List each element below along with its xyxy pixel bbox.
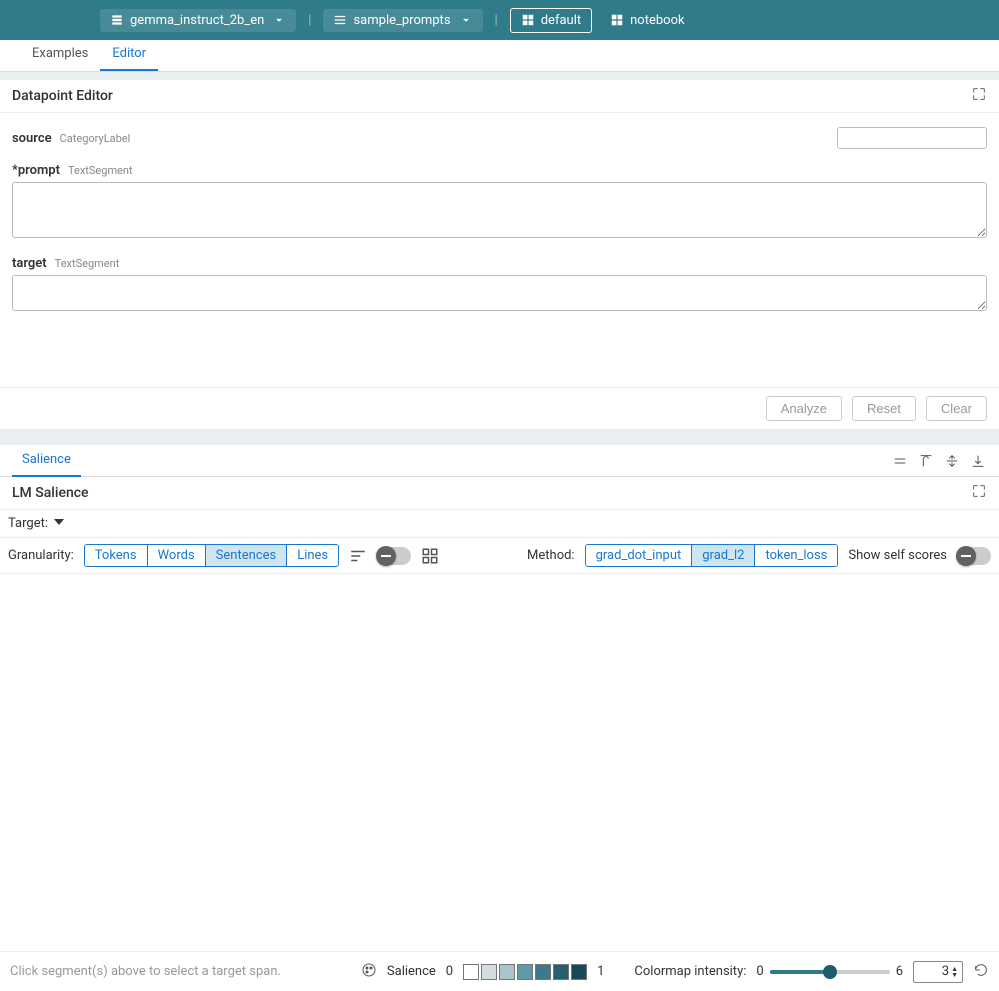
salience-footer: Click segment(s) above to select a targe… [0,951,999,991]
divider-strip [0,72,999,80]
header-separator: | [495,13,498,28]
granularity-label: Granularity: [8,548,74,563]
method-group-token_loss[interactable]: token_loss [755,545,837,566]
tab-editor[interactable]: Editor [100,38,158,71]
granularity-group: TokensWordsSentencesLines [84,544,339,567]
field-source-label: source [12,131,52,146]
target-textarea[interactable] [12,275,987,311]
header-separator: | [308,13,311,28]
drag-handle-icon[interactable] [891,452,909,470]
layout-label: default [541,13,581,28]
slider-max: 6 [896,964,903,979]
slider-thumb[interactable] [823,965,837,979]
density-toggle[interactable] [377,547,411,565]
colormap-slider-wrap: 0 6 [756,964,903,979]
controls-row: Granularity: TokensWordsSentencesLines M… [0,538,999,574]
colormap-cell [571,964,587,980]
colormap-cell [499,964,515,980]
field-target-type: TextSegment [55,257,120,270]
footer-hint: Click segment(s) above to select a targe… [10,964,281,979]
method-group: grad_dot_inputgrad_l2token_loss [585,544,839,567]
refresh-icon[interactable] [973,962,989,982]
prompt-textarea[interactable] [12,182,987,238]
colormap-cell [517,964,533,980]
main-tabs: Examples Editor [0,40,999,72]
editor-body: source CategoryLabel *prompt TextSegment… [0,113,999,327]
tab-examples[interactable]: Examples [20,38,100,71]
model-label: gemma_instruct_2b_en [130,13,264,28]
align-top-icon[interactable] [917,452,935,470]
field-source-type: CategoryLabel [60,132,131,145]
source-input[interactable] [837,127,987,149]
palette-icon [361,962,377,982]
granularity-group-words[interactable]: Words [148,545,206,566]
divider-strip [0,429,999,445]
layout-default-chip[interactable]: default [510,8,592,33]
method-group-grad_l2[interactable]: grad_l2 [692,545,755,566]
salience-body: Target: Granularity: TokensWordsSentence… [0,510,999,991]
field-prompt-label: *prompt [12,163,60,178]
target-row: Target: [0,510,999,538]
stepper-arrows[interactable]: ▲▼ [951,966,958,978]
salience-tabs-row: Salience [0,445,999,477]
colormap-swatch [463,964,587,980]
align-center-icon[interactable] [943,452,961,470]
granularity-group-tokens[interactable]: Tokens [85,545,148,566]
target-dropdown[interactable] [54,516,64,531]
colormap-cell [481,964,497,980]
scale-min: 0 [446,964,453,979]
expand-icon[interactable] [971,483,987,503]
colormap-cell [535,964,551,980]
field-target-row: target TextSegment [12,256,987,271]
grid-icon [610,13,624,27]
scale-max: 1 [597,964,604,979]
colormap-intensity-label: Colormap intensity: [634,964,746,979]
field-source-row: source CategoryLabel [12,127,987,149]
colormap-cell [463,964,479,980]
notebook-label: notebook [630,13,684,28]
show-self-scores-label: Show self scores [848,548,947,563]
salience-legend-label: Salience [387,964,436,979]
slider-min: 0 [756,964,763,979]
editor-spacer [0,327,999,387]
dataset-selector[interactable]: sample_prompts [323,9,482,32]
granularity-group-lines[interactable]: Lines [287,545,338,566]
granularity-group-sentences[interactable]: Sentences [206,545,288,566]
method-group-grad_dot_input[interactable]: grad_dot_input [586,545,693,566]
colormap-value-input[interactable]: 3 ▲▼ [913,961,963,983]
expand-icon[interactable] [971,86,987,106]
target-label: Target: [8,516,48,531]
tab-salience[interactable]: Salience [12,444,81,477]
editor-footer: Analyze Reset Clear [0,387,999,429]
app-header: gemma_instruct_2b_en | sample_prompts | … [0,0,999,40]
colormap-value: 3 [942,964,949,979]
editor-panel-title: Datapoint Editor [12,88,113,104]
reset-button[interactable]: Reset [852,396,916,421]
field-prompt-type: TextSegment [68,164,133,177]
grid-icon [521,13,535,27]
editor-panel-header: Datapoint Editor [0,80,999,113]
dataset-label: sample_prompts [353,13,450,28]
list-icon [333,13,347,27]
salience-panel-title: LM Salience [12,485,89,501]
density-icon[interactable] [349,547,367,565]
show-self-scores-toggle[interactable] [957,547,991,565]
field-prompt-row: *prompt TextSegment [12,163,987,178]
align-bottom-icon[interactable] [969,452,987,470]
field-target-label: target [12,256,47,271]
layout-notebook-chip[interactable]: notebook [600,9,694,32]
grid-view-icon[interactable] [421,547,439,565]
chip-icon [110,13,124,27]
clear-button[interactable]: Clear [926,396,987,421]
chevron-down-icon [272,13,286,27]
colormap-slider[interactable] [770,970,890,974]
salience-panel-header: LM Salience [0,477,999,510]
analyze-button[interactable]: Analyze [766,396,842,421]
chevron-down-icon [459,13,473,27]
method-label: Method: [527,548,575,563]
model-selector[interactable]: gemma_instruct_2b_en [100,9,296,32]
salience-canvas[interactable] [0,574,999,951]
colormap-cell [553,964,569,980]
